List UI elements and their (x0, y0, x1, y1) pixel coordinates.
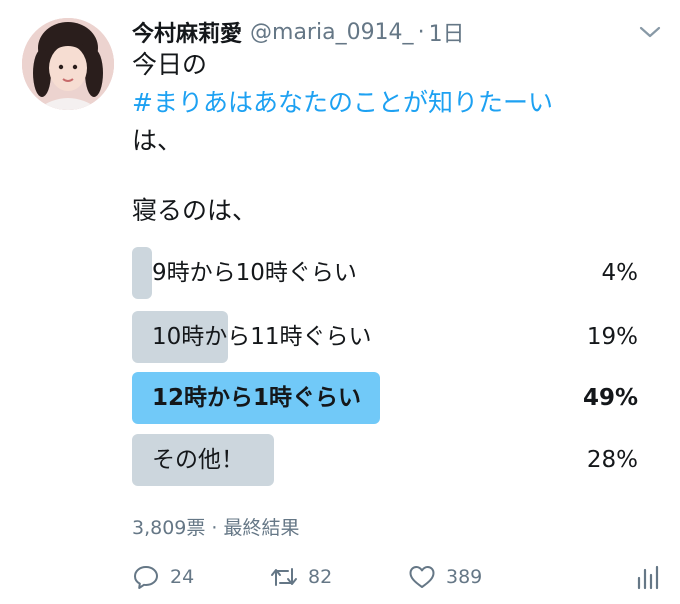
reply-icon (134, 566, 158, 589)
poll-option: 9時から10時ぐらい 4% (132, 247, 638, 299)
like-button[interactable]: 389 (408, 560, 482, 594)
author-name[interactable]: 今村麻莉愛 (132, 16, 242, 48)
tweet-header: 今村麻莉愛 @maria_0914_ · 1日 (132, 14, 465, 50)
like-count: 389 (446, 566, 483, 588)
poll-option-percent: 4% (601, 260, 639, 286)
retweet-count: 82 (308, 566, 333, 588)
reply-count: 24 (170, 566, 195, 588)
tweet-time[interactable]: 1日 (429, 16, 465, 48)
retweet-button[interactable]: 82 (270, 560, 332, 594)
tweet-actions: 24 82 389 (132, 560, 662, 594)
avatar[interactable] (22, 18, 114, 110)
poll-option: その他！ 28% (132, 434, 638, 486)
tweet-text-line-1: 今日の (132, 50, 208, 79)
poll-option-percent: 19% (586, 324, 638, 350)
poll-option-label: その他！ (152, 447, 244, 473)
analytics-icon (637, 565, 659, 590)
poll-bar (132, 247, 152, 299)
tweet-text-line-4: 寝るのは、 (132, 196, 258, 225)
poll-option-percent: 49% (582, 385, 638, 411)
poll-option-percent: 28% (586, 447, 638, 473)
hashtag-link[interactable]: #まりあはあなたのことが知りたーい (132, 84, 553, 122)
poll-option: 12時から1時ぐらい 49% (132, 372, 638, 424)
avatar-photo (22, 18, 114, 110)
tweet-text-line-3: は、 (132, 126, 183, 155)
like-icon (409, 566, 435, 588)
analytics-button[interactable] (634, 560, 662, 594)
chevron-down-icon[interactable] (638, 24, 662, 40)
poll-option-label: 9時から10時ぐらい (152, 260, 357, 286)
poll-option-label: 12時から1時ぐらい (152, 385, 362, 411)
poll-summary: 3,809票 · 最終結果 (132, 517, 300, 539)
poll-option-label: 10時から11時ぐらい (152, 324, 372, 350)
retweet-icon (271, 568, 297, 586)
separator-dot: · (417, 19, 425, 45)
author-handle[interactable]: @maria_0914_ (250, 20, 414, 45)
reply-button[interactable]: 24 (132, 560, 194, 594)
poll-option: 10時から11時ぐらい 19% (132, 311, 638, 363)
